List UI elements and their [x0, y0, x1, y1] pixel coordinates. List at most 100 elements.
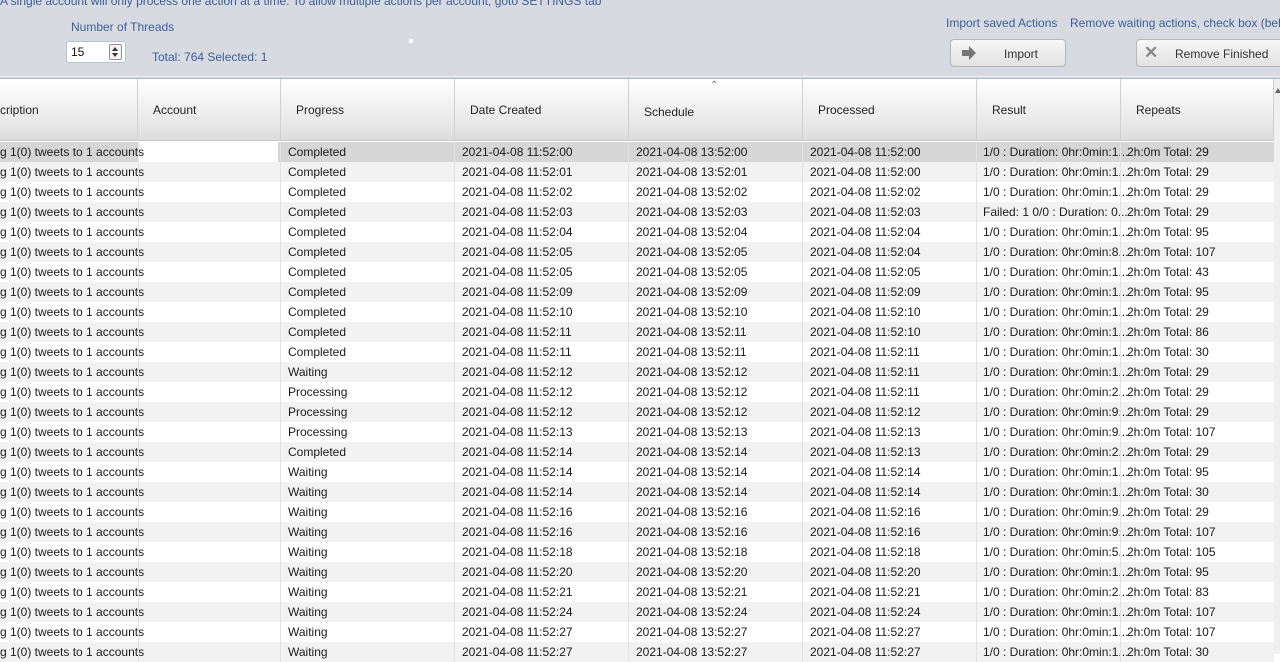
cell-description: g 1(0) tweets to 1 accounts	[0, 225, 145, 239]
table-row[interactable]: g 1(0) tweets to 1 accounts Waiting 2021-0…	[0, 602, 1274, 622]
import-button[interactable]: Import	[950, 39, 1066, 67]
cell-result: 1/0 : Duration: 0hr:0min:1...	[983, 225, 1129, 239]
table-row[interactable]: g 1(0) tweets to 1 accounts Waiting 2021-0…	[0, 522, 1274, 542]
column-header-result[interactable]: Result	[977, 79, 1121, 140]
cell-progress: Waiting	[288, 525, 328, 539]
cell-repeats: 2h:0m Total: 95	[1127, 565, 1209, 579]
cell-description: g 1(0) tweets to 1 accounts	[0, 345, 145, 359]
cell-processed: 2021-04-08 11:52:05	[810, 265, 921, 279]
table-row[interactable]: g 1(0) tweets to 1 accounts Completed 2021…	[0, 182, 1274, 202]
cell-result: 1/0 : Duration: 0hr:0min:2...	[983, 445, 1129, 459]
table-row[interactable]: g 1(0) tweets to 1 accounts Waiting 2021-0…	[0, 582, 1274, 602]
cell-progress: Waiting	[288, 505, 328, 519]
cell-result: 1/0 : Duration: 0hr:0min:9...	[983, 525, 1129, 539]
table-row[interactable]: g 1(0) tweets to 1 accounts Waiting 2021-0…	[0, 482, 1274, 502]
cell-result: 1/0 : Duration: 0hr:0min:1...	[983, 345, 1129, 359]
import-saved-label: Import saved Actions	[946, 16, 1058, 30]
cell-date-created: 2021-04-08 11:52:21	[462, 585, 573, 599]
table-row[interactable]: g 1(0) tweets to 1 accounts Completed 2021…	[0, 162, 1274, 182]
cell-date-created: 2021-04-08 11:52:04	[462, 225, 573, 239]
threads-value[interactable]: 15	[71, 45, 84, 59]
stepper-up-icon[interactable]	[112, 47, 118, 51]
table-row[interactable]: g 1(0) tweets to 1 accounts Completed 2021…	[0, 342, 1274, 362]
cell-progress: Completed	[288, 165, 347, 179]
cell-description: g 1(0) tweets to 1 accounts	[0, 205, 145, 219]
cell-repeats: 2h:0m Total: 107	[1127, 425, 1216, 439]
table-row[interactable]: g 1(0) tweets to 1 accounts Waiting 2021-0…	[0, 362, 1274, 382]
remove-finished-button[interactable]: ✕ Remove Finished	[1136, 39, 1280, 67]
cell-description: g 1(0) tweets to 1 accounts	[0, 305, 145, 319]
table-row[interactable]: g 1(0) tweets to 1 accounts Waiting 2021-0…	[0, 642, 1274, 662]
cell-date-created: 2021-04-08 11:52:12	[462, 405, 573, 419]
table-row[interactable]: g 1(0) tweets to 1 accounts Waiting 2021-0…	[0, 502, 1274, 522]
table-row[interactable]: g 1(0) tweets to 1 accounts Completed 2021…	[0, 142, 1274, 162]
cell-processed: 2021-04-08 11:52:02	[810, 185, 921, 199]
column-header-date-created[interactable]: Date Created	[455, 79, 629, 140]
cell-repeats: 2h:0m Total: 95	[1127, 465, 1209, 479]
column-header-progress[interactable]: Progress	[281, 79, 455, 140]
stepper-buttons[interactable]	[109, 44, 122, 60]
column-header-repeats[interactable]: Repeats	[1121, 79, 1274, 140]
cell-schedule: 2021-04-08 13:52:14	[636, 445, 748, 459]
table-row[interactable]: g 1(0) tweets to 1 accounts Waiting 2021-0…	[0, 622, 1274, 642]
cell-progress: Completed	[288, 245, 347, 259]
table-row[interactable]: g 1(0) tweets to 1 accounts Completed 2021…	[0, 322, 1274, 342]
table-row[interactable]: g 1(0) tweets to 1 accounts Completed 2021…	[0, 302, 1274, 322]
cell-repeats: 2h:0m Total: 43	[1127, 265, 1209, 279]
cell-processed: 2021-04-08 11:52:11	[810, 385, 920, 399]
table-row[interactable]: g 1(0) tweets to 1 accounts Waiting 2021-0…	[0, 542, 1274, 562]
cell-schedule: 2021-04-08 13:52:18	[636, 545, 748, 559]
table-row[interactable]: g 1(0) tweets to 1 accounts Completed 2021…	[0, 222, 1274, 242]
table-row[interactable]: g 1(0) tweets to 1 accounts Completed 2021…	[0, 442, 1274, 462]
stepper-down-icon[interactable]	[112, 53, 118, 57]
column-divider	[1120, 142, 1121, 662]
table-row[interactable]: g 1(0) tweets to 1 accounts Completed 2021…	[0, 282, 1274, 302]
threads-label: Number of Threads	[71, 20, 175, 34]
cell-schedule: 2021-04-08 13:52:09	[636, 285, 748, 299]
column-header-description[interactable]: cription	[0, 79, 138, 140]
cell-result: 1/0 : Duration: 0hr:0min:1...	[983, 285, 1129, 299]
scroll-up-icon[interactable]	[1275, 88, 1280, 93]
column-divider	[976, 142, 977, 662]
cell-date-created: 2021-04-08 11:52:05	[462, 245, 573, 259]
cell-date-created: 2021-04-08 11:52:03	[462, 205, 573, 219]
cell-repeats: 2h:0m Total: 30	[1127, 485, 1209, 499]
cell-processed: 2021-04-08 11:52:11	[810, 365, 920, 379]
cell-processed: 2021-04-08 11:52:11	[810, 345, 920, 359]
table-row[interactable]: g 1(0) tweets to 1 accounts Waiting 2021-0…	[0, 562, 1274, 582]
table-row[interactable]: g 1(0) tweets to 1 accounts Waiting 2021-0…	[0, 462, 1274, 482]
cell-processed: 2021-04-08 11:52:13	[810, 445, 921, 459]
table-row[interactable]: g 1(0) tweets to 1 accounts Completed 2021…	[0, 202, 1274, 222]
table-row[interactable]: g 1(0) tweets to 1 accounts Processing 202…	[0, 402, 1274, 422]
table-row[interactable]: g 1(0) tweets to 1 accounts Completed 2021…	[0, 242, 1274, 262]
table-row[interactable]: g 1(0) tweets to 1 accounts Completed 2021…	[0, 262, 1274, 282]
table-row[interactable]: g 1(0) tweets to 1 accounts Processing 202…	[0, 382, 1274, 402]
cell-repeats: 2h:0m Total: 95	[1127, 285, 1209, 299]
cell-processed: 2021-04-08 11:52:14	[810, 485, 921, 499]
cell-description: g 1(0) tweets to 1 accounts	[0, 645, 145, 659]
cell-result: 1/0 : Duration: 0hr:0min:9...	[983, 425, 1129, 439]
cell-date-created: 2021-04-08 11:52:13	[462, 425, 573, 439]
cell-result: 1/0 : Duration: 0hr:0min:1...	[983, 645, 1129, 659]
info-note: A single account will only process one a…	[0, 0, 602, 8]
cell-processed: 2021-04-08 11:52:12	[810, 405, 921, 419]
table-row[interactable]: g 1(0) tweets to 1 accounts Processing 202…	[0, 422, 1274, 442]
cell-result: 1/0 : Duration: 0hr:0min:1...	[983, 605, 1129, 619]
vertical-scrollbar[interactable]	[1274, 79, 1280, 654]
column-header-processed[interactable]: Processed	[803, 79, 977, 140]
cell-date-created: 2021-04-08 11:52:11	[462, 325, 572, 339]
cell-repeats: 2h:0m Total: 30	[1127, 645, 1209, 659]
column-divider	[802, 142, 803, 662]
cell-description: g 1(0) tweets to 1 accounts	[0, 605, 145, 619]
cell-date-created: 2021-04-08 11:52:10	[462, 305, 573, 319]
cell-progress: Processing	[288, 385, 348, 399]
cell-repeats: 2h:0m Total: 107	[1127, 525, 1216, 539]
cell-description: g 1(0) tweets to 1 accounts	[0, 585, 145, 599]
cell-processed: 2021-04-08 11:52:03	[810, 205, 921, 219]
cell-description: g 1(0) tweets to 1 accounts	[0, 425, 145, 439]
column-header-account[interactable]: Account	[138, 79, 281, 140]
cell-schedule: 2021-04-08 13:52:10	[636, 305, 748, 319]
cell-progress: Completed	[288, 205, 347, 219]
threads-stepper[interactable]: 15	[66, 41, 126, 63]
cell-schedule: 2021-04-08 13:52:12	[636, 385, 748, 399]
